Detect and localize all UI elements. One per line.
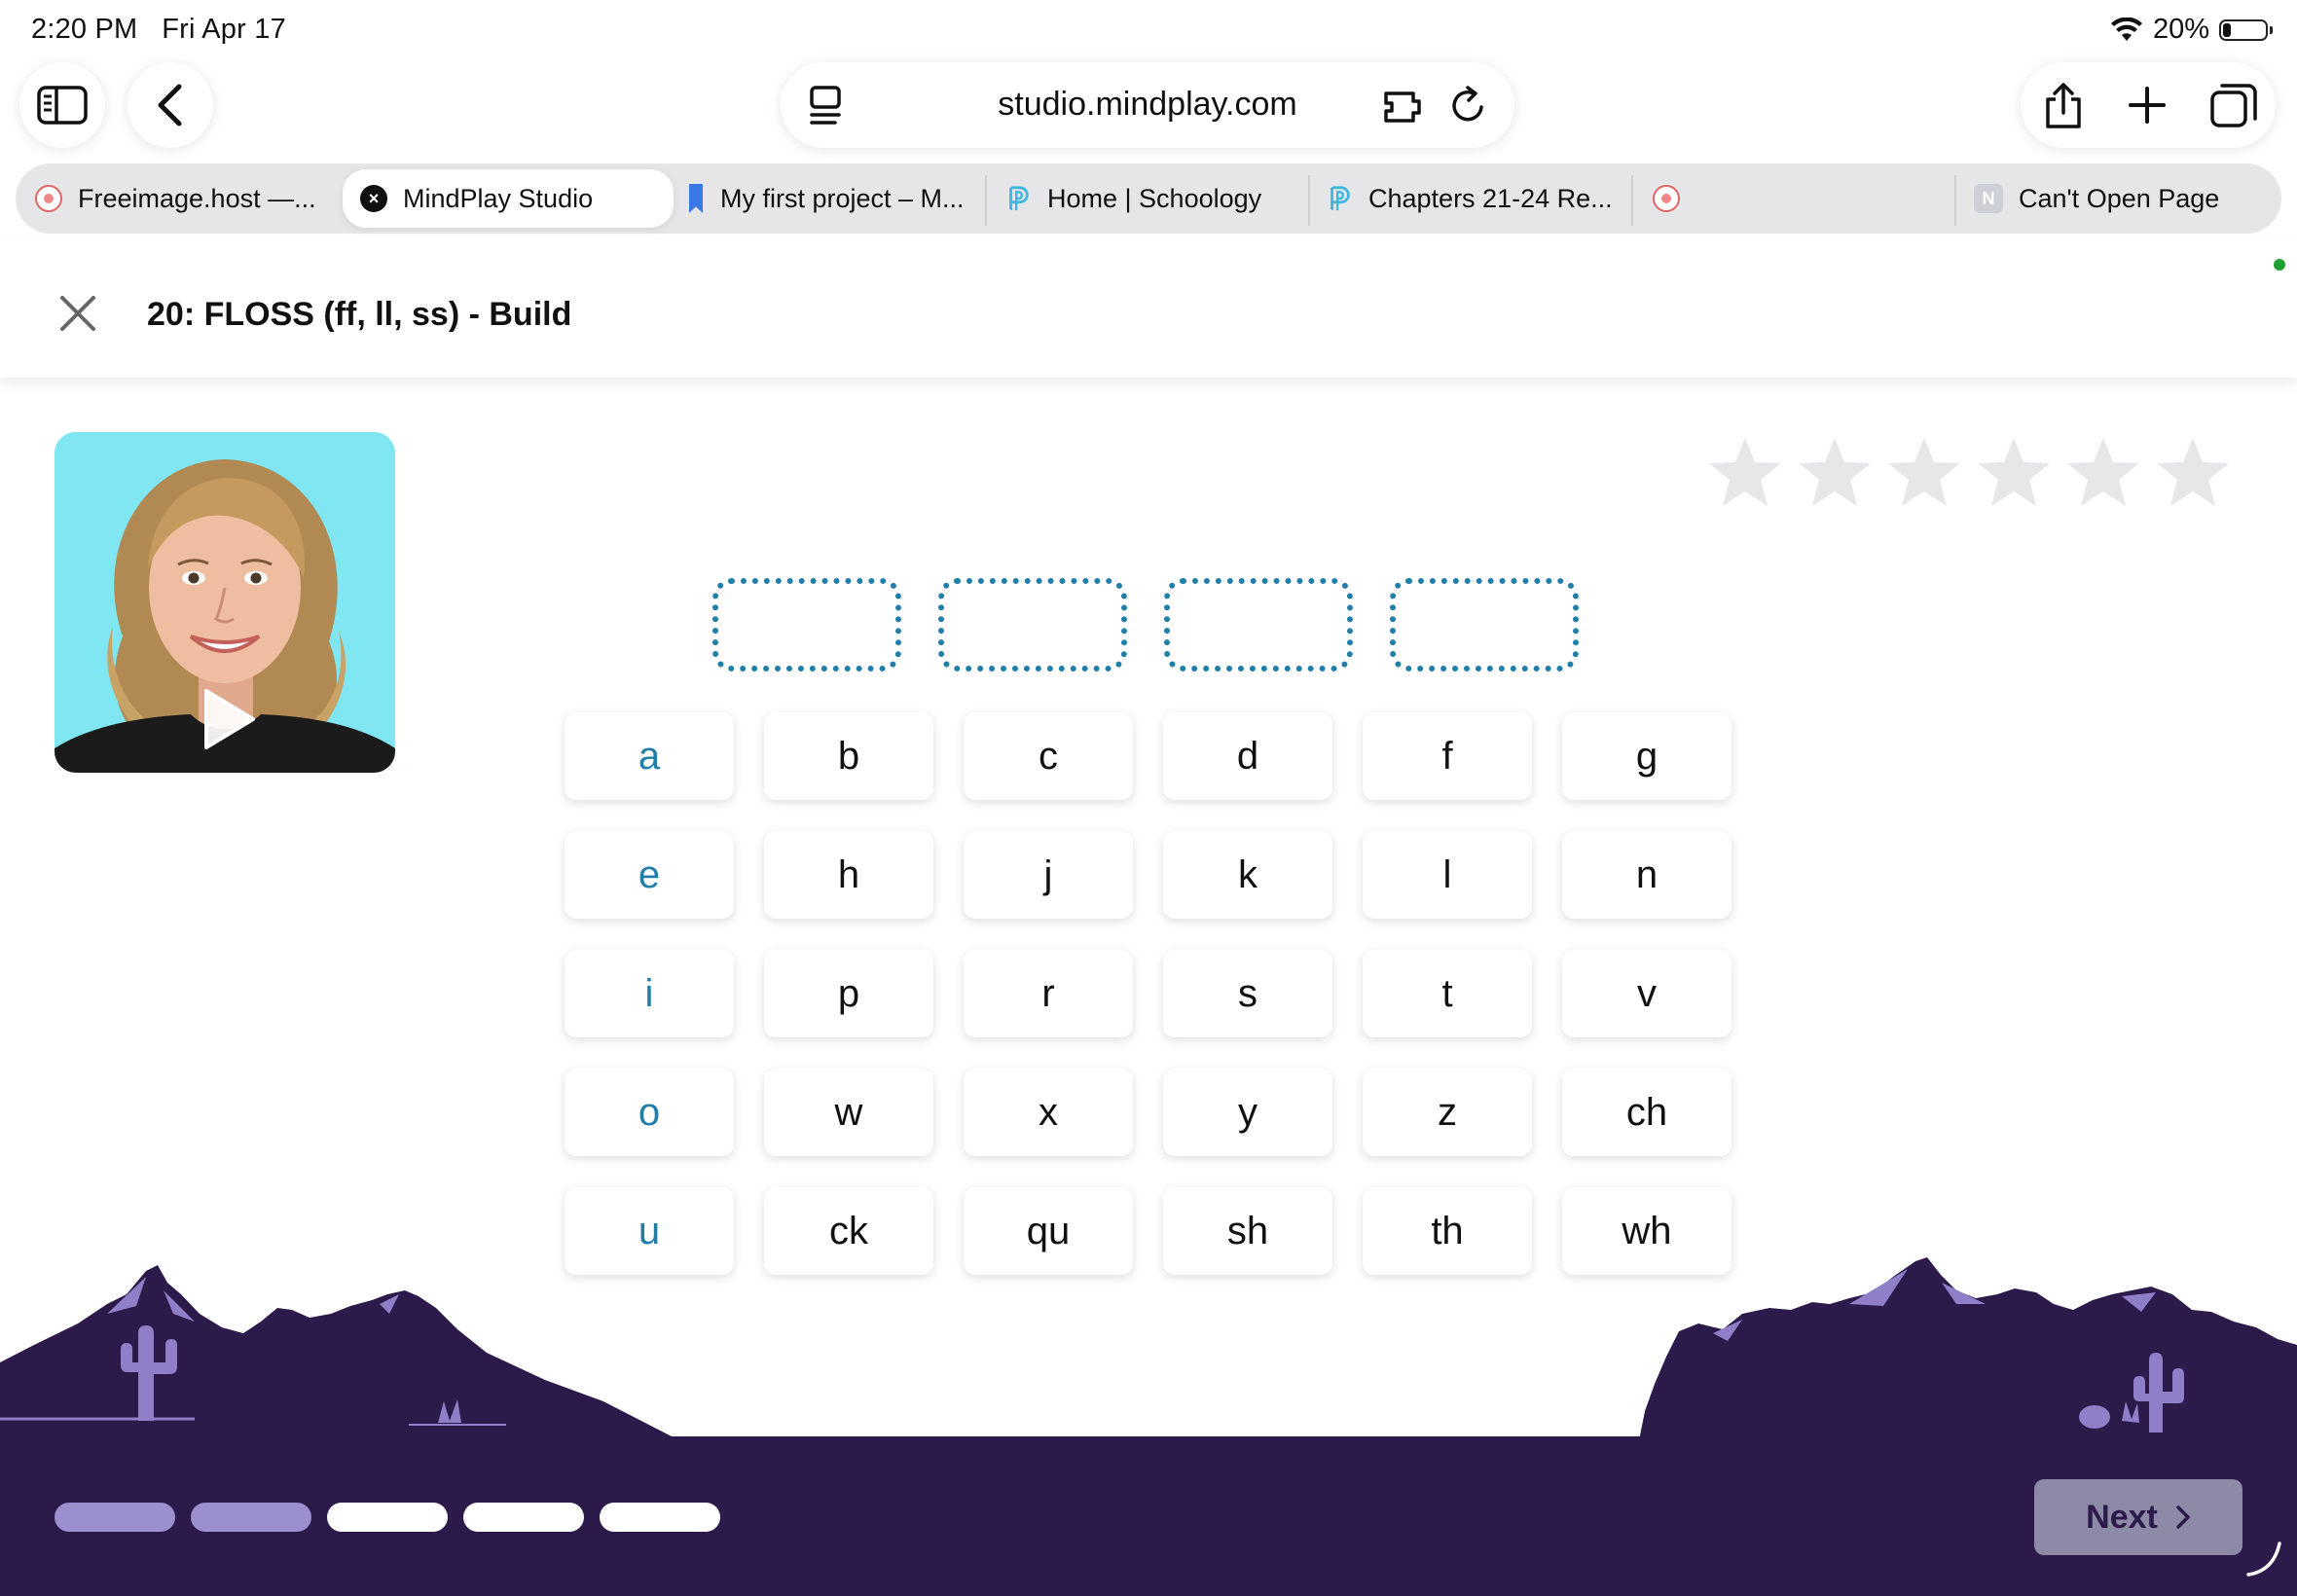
extension-icon[interactable]: [1380, 84, 1425, 127]
schoology-icon: [1009, 186, 1029, 211]
answer-slot[interactable]: [938, 578, 1127, 671]
star-icon: [2067, 438, 2139, 506]
image-icon: [1653, 185, 1680, 212]
next-button-label: Next: [2086, 1498, 2158, 1536]
letter-tile[interactable]: x: [964, 1069, 1133, 1156]
tab-untitled[interactable]: [1653, 163, 1945, 234]
battery-percent: 20%: [2152, 14, 2209, 45]
letter-tile[interactable]: c: [964, 712, 1133, 800]
star-icon: [1888, 438, 1960, 506]
progress-segment-complete: [191, 1503, 311, 1532]
letter-tile[interactable]: s: [1163, 950, 1332, 1037]
tab-overview-icon[interactable]: [2209, 82, 2258, 130]
letter-tile[interactable]: g: [1562, 712, 1732, 800]
tab-schoology-home[interactable]: Home | Schoology: [1004, 163, 1261, 234]
letter-tile[interactable]: ch: [1562, 1069, 1732, 1156]
letter-tile[interactable]: k: [1163, 831, 1332, 919]
star-icon: [1978, 438, 2050, 506]
letter-tile[interactable]: h: [764, 831, 933, 919]
tab-freeimage[interactable]: Freeimage.host —...: [35, 163, 316, 234]
progress-segment: [327, 1503, 448, 1532]
letter-tile[interactable]: w: [764, 1069, 933, 1156]
resize-handle-icon: [2246, 1542, 2281, 1577]
play-icon[interactable]: [199, 687, 257, 751]
letter-tile[interactable]: y: [1163, 1069, 1332, 1156]
status-time: 2:20 PM Fri Apr 17: [31, 14, 286, 46]
progress-segment: [600, 1503, 720, 1532]
letter-tile[interactable]: e: [565, 831, 734, 919]
letter-tile[interactable]: l: [1363, 831, 1532, 919]
battery-fill: [2223, 22, 2231, 37]
tab-mindplay-studio[interactable]: × MindPlay Studio: [343, 169, 674, 228]
letter-tile[interactable]: o: [565, 1069, 734, 1156]
progress-segment-complete: [55, 1503, 175, 1532]
tab-bar: Freeimage.host —... × MindPlay Studio My…: [16, 163, 2281, 234]
tab-title: Home | Schoology: [1047, 183, 1262, 213]
close-lesson-icon[interactable]: [55, 290, 101, 337]
status-dot: [2274, 259, 2285, 271]
tab-title: Freeimage.host —...: [78, 183, 316, 213]
wifi-icon: [2110, 17, 2142, 41]
lesson-header: 20: FLOSS (ff, ll, ss) - Build: [0, 239, 2297, 378]
status-clock: 2:20 PM: [31, 14, 138, 45]
letter-tile[interactable]: p: [764, 950, 933, 1037]
close-tab-icon[interactable]: ×: [360, 185, 387, 212]
letter-tile[interactable]: j: [964, 831, 1133, 919]
back-button[interactable]: [128, 62, 213, 148]
tab-separator: [1308, 175, 1310, 226]
star-icon: [1709, 438, 1781, 506]
status-indicators: 20%: [2110, 14, 2273, 46]
answer-slot[interactable]: [1390, 578, 1579, 671]
letter-tile[interactable]: n: [1562, 831, 1732, 919]
bookmark-icon: [689, 184, 703, 213]
instructor-video[interactable]: [55, 432, 395, 773]
tab-title: Can't Open Page: [2019, 183, 2220, 213]
desert-mountains-illustration: [0, 1257, 2297, 1450]
tab-chapters[interactable]: Chapters 21-24 Re...: [1326, 163, 1613, 234]
battery-icon: [2219, 18, 2273, 41]
tab-separator: [1631, 175, 1633, 226]
tab-title: MindPlay Studio: [403, 183, 594, 213]
browser-actions: [2021, 62, 2276, 148]
letter-tile[interactable]: z: [1363, 1069, 1532, 1156]
letter-tile[interactable]: f: [1363, 712, 1532, 800]
tab-title: My first project – M...: [720, 183, 965, 213]
letter-tile[interactable]: i: [565, 950, 734, 1037]
status-date: Fri Apr 17: [162, 14, 286, 45]
image-icon: [35, 185, 62, 212]
answer-slot[interactable]: [1164, 578, 1353, 671]
letter-tile[interactable]: a: [565, 712, 734, 800]
progress-segment: [463, 1503, 584, 1532]
tab-title: Chapters 21-24 Re...: [1368, 183, 1613, 213]
letter-tile[interactable]: r: [964, 950, 1133, 1037]
chevron-left-icon: [158, 84, 182, 127]
sidebar-toggle-button[interactable]: [19, 62, 105, 148]
letter-tile[interactable]: t: [1363, 950, 1532, 1037]
tab-cant-open-page[interactable]: N Can't Open Page: [1974, 163, 2219, 234]
page-title: 20: FLOSS (ff, ll, ss) - Build: [147, 296, 572, 333]
letter-tile[interactable]: v: [1562, 950, 1732, 1037]
sidebar-icon: [37, 86, 88, 125]
tab-separator: [1954, 175, 1956, 226]
letter-tile[interactable]: b: [764, 712, 933, 800]
chevron-right-icon: [2176, 1505, 2190, 1529]
schoology-icon: [1331, 186, 1350, 211]
letter-tile[interactable]: d: [1163, 712, 1332, 800]
tab-my-first-project[interactable]: My first project – M...: [683, 163, 965, 234]
tab-separator: [985, 175, 987, 226]
address-bar[interactable]: studio.mindplay.com: [781, 62, 1514, 148]
star-rating: [1705, 434, 2233, 512]
reload-icon[interactable]: [1446, 84, 1489, 127]
next-button[interactable]: Next: [2034, 1479, 2242, 1555]
n-icon: N: [1974, 184, 2003, 213]
share-icon[interactable]: [2042, 82, 2085, 130]
star-icon: [2157, 438, 2229, 506]
answer-slot[interactable]: [712, 578, 901, 671]
new-tab-icon[interactable]: [2128, 86, 2167, 125]
star-icon: [1799, 438, 1871, 506]
